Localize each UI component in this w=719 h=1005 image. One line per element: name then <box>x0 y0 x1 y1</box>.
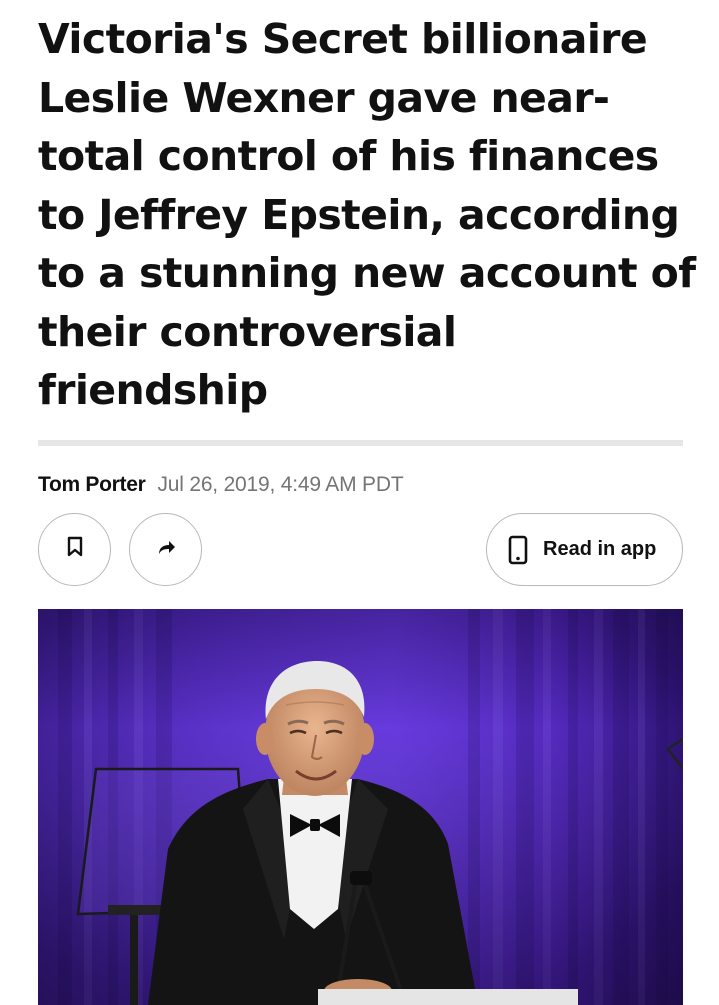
article-headline: Victoria's Secret billionaire Leslie Wex… <box>38 15 696 414</box>
phone-icon <box>508 535 528 565</box>
share-button[interactable] <box>129 513 202 586</box>
bookmark-button[interactable] <box>38 513 111 586</box>
man-in-tuxedo-at-podium-icon <box>38 609 683 1005</box>
author-name[interactable]: Tom Porter <box>38 473 146 497</box>
share-arrow-icon <box>155 537 177 562</box>
hero-image[interactable] <box>38 609 683 1005</box>
publish-date: Jul 26, 2019, 4:49 AM PDT <box>157 473 404 496</box>
read-in-app-button[interactable]: Read in app <box>486 513 683 586</box>
byline: Tom Porter Jul 26, 2019, 4:49 AM PDT <box>38 470 404 500</box>
headline-divider <box>38 440 683 446</box>
read-in-app-label: Read in app <box>543 538 657 560</box>
bookmark-icon <box>66 536 84 563</box>
